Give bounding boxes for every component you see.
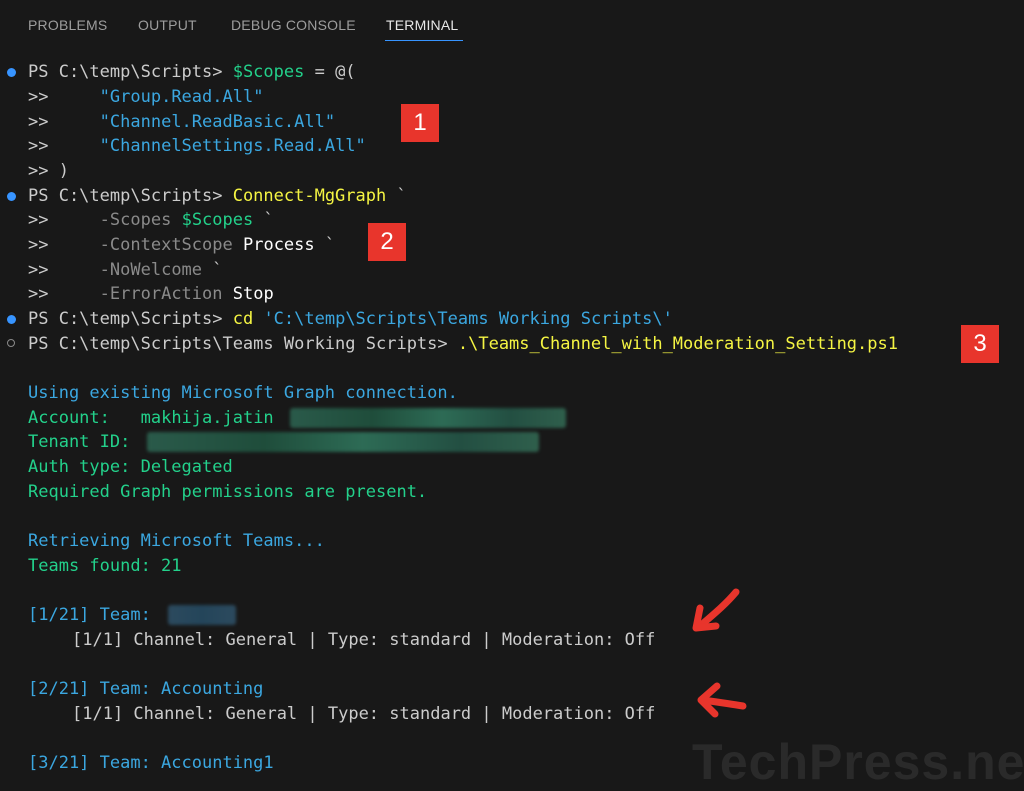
parameter: -ErrorAction (99, 284, 223, 304)
account-value: makhija.jatin (140, 408, 274, 428)
path-argument: 'C:\temp\Scripts\Teams Working Scripts\' (263, 309, 673, 329)
terminal-line: [2/21] Team: Accounting (28, 677, 263, 701)
continuation-prompt: >> (28, 210, 49, 230)
command-success-dot-icon[interactable] (7, 192, 16, 201)
terminal-line: >> "ChannelSettings.Read.All" (28, 134, 366, 158)
redacted-blur (290, 408, 566, 428)
tab-output[interactable]: OUTPUT (138, 17, 197, 33)
closing-paren: >> ) (28, 161, 69, 181)
terminal-line: Retrieving Microsoft Teams... (28, 529, 325, 553)
command-success-dot-icon[interactable] (7, 68, 16, 77)
parameter-value: Stop (232, 284, 274, 304)
team-heading: [1/21] Team: (28, 605, 151, 625)
info-text: Using existing Microsoft Graph connectio… (28, 383, 458, 403)
terminal-line: Account: makhija.jatin (28, 406, 274, 430)
continuation-prompt: >> (28, 284, 49, 304)
continuation-prompt: >> (28, 235, 49, 255)
command-success-dot-icon[interactable] (7, 315, 16, 324)
line-continuation: ` (202, 260, 223, 280)
terminal-output[interactable]: PS C:\temp\Scripts> $Scopes = @( >> "Gro… (0, 52, 1024, 784)
terminal-line: >> ) (28, 159, 69, 183)
command: .\Teams_Channel_with_Moderation_Setting.… (457, 334, 898, 354)
channel-info: [1/1] Channel: General | Type: standard … (72, 704, 656, 724)
terminal-line: >> -NoWelcome ` (28, 258, 223, 282)
team-heading: [3/21] Team: Accounting1 (28, 753, 274, 773)
terminal-line: PS C:\temp\Scripts\Teams Working Scripts… (28, 332, 898, 356)
tenant-label: Tenant ID: (28, 432, 131, 452)
parameter: -ContextScope (99, 235, 233, 255)
tab-terminal[interactable]: TERMINAL (386, 17, 458, 33)
terminal-line: PS C:\temp\Scripts> cd 'C:\temp\Scripts\… (28, 307, 673, 331)
command: cd (232, 309, 254, 329)
prompt: PS C:\temp\Scripts> (28, 62, 233, 82)
terminal-line: >> "Channel.ReadBasic.All" (28, 110, 335, 134)
line-continuation: ` (253, 210, 274, 230)
parameter: -NoWelcome (99, 260, 203, 280)
continuation-prompt: >> (28, 87, 49, 107)
active-tab-indicator (385, 40, 463, 41)
string-literal: "Channel.ReadBasic.All" (99, 112, 336, 132)
teams-count: Teams found: 21 (28, 556, 182, 576)
terminal-line: >> -ErrorAction Stop (28, 282, 274, 306)
line-continuation: ` (314, 235, 336, 255)
tab-debug-console[interactable]: DEBUG CONSOLE (231, 17, 356, 33)
command-running-ring-icon[interactable] (7, 339, 15, 347)
prompt: PS C:\temp\Scripts\Teams Working Scripts… (28, 334, 458, 354)
string-literal: "ChannelSettings.Read.All" (99, 136, 366, 156)
auth-type: Auth type: Delegated (28, 457, 233, 477)
terminal-line: PS C:\temp\Scripts> Connect-MgGraph ` (28, 184, 407, 208)
parameter-value: Process (242, 235, 315, 255)
annotation-badge-3: 3 (961, 325, 999, 363)
annotation-badge-1: 1 (401, 104, 439, 142)
terminal-line: >> "Group.Read.All" (28, 85, 263, 109)
terminal-line: >> -ContextScope Process ` (28, 233, 335, 257)
assignment: = @( (304, 62, 356, 82)
redacted-blur (147, 432, 539, 452)
parameter: -Scopes (99, 210, 172, 230)
panel-tab-bar: PROBLEMS OUTPUT DEBUG CONSOLE TERMINAL (0, 0, 1024, 52)
terminal-line: Auth type: Delegated (28, 455, 233, 479)
terminal-line: Teams found: 21 (28, 554, 182, 578)
redacted-blur (168, 605, 236, 625)
red-arrow-icon (697, 682, 747, 718)
line-continuation: ` (386, 186, 407, 206)
continuation-prompt: >> (28, 112, 49, 132)
variable: $Scopes (181, 210, 254, 230)
terminal-line: Tenant ID: (28, 430, 130, 454)
tab-problems[interactable]: PROBLEMS (28, 17, 107, 33)
terminal-line: Using existing Microsoft Graph connectio… (28, 381, 458, 405)
continuation-prompt: >> (28, 136, 49, 156)
terminal-line: [3/21] Team: Accounting1 (28, 751, 274, 775)
command: Connect-MgGraph (232, 186, 387, 206)
terminal-line: [1/1] Channel: General | Type: standard … (72, 702, 655, 726)
terminal-line: [1/1] Channel: General | Type: standard … (72, 628, 655, 652)
team-heading: [2/21] Team: Accounting (28, 679, 264, 699)
terminal-line: >> -Scopes $Scopes ` (28, 208, 274, 232)
terminal-line: [1/21] Team: (28, 603, 151, 627)
string-literal: "Group.Read.All" (99, 87, 264, 107)
watermark: TechPress.net (692, 734, 1024, 790)
terminal-line: PS C:\temp\Scripts> $Scopes = @( (28, 60, 356, 84)
annotation-badge-2: 2 (368, 223, 406, 261)
continuation-prompt: >> (28, 260, 49, 280)
account-label: Account: (28, 408, 110, 428)
red-arrow-icon (692, 588, 740, 632)
info-text: Retrieving Microsoft Teams... (28, 531, 325, 551)
permissions-status: Required Graph permissions are present. (28, 482, 428, 502)
channel-info: [1/1] Channel: General | Type: standard … (72, 630, 656, 650)
variable: $Scopes (232, 62, 305, 82)
prompt: PS C:\temp\Scripts> (28, 186, 233, 206)
terminal-line: Required Graph permissions are present. (28, 480, 427, 504)
prompt: PS C:\temp\Scripts> (28, 309, 233, 329)
